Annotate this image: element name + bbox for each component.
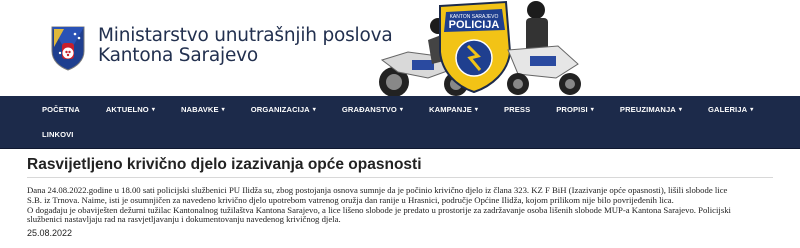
article-line: službenici nastavljaju rad na rasvjetlja…	[27, 215, 341, 225]
article-title: Rasvijetljeno krivično djelo izazivanja …	[27, 156, 422, 173]
nav-item-pocetna[interactable]: POČETNA	[0, 105, 93, 114]
motorcycle-right-icon	[507, 1, 581, 95]
nav-row-secondary: LINKOVI	[0, 121, 87, 147]
nav-item-linkovi[interactable]: LINKOVI	[0, 130, 87, 139]
chevron-down-icon: ▾	[312, 106, 316, 113]
svg-text:KANTON SARAJEVO: KANTON SARAJEVO	[450, 14, 499, 20]
article-date: 25.08.2022	[27, 228, 73, 238]
nav-item-aktuelno[interactable]: AKTUELNO ▾	[93, 105, 168, 114]
article-line: S.B. iz Trnova. Naime, isti je osumnjiče…	[27, 195, 674, 205]
coat-of-arms-icon[interactable]	[50, 25, 86, 71]
nav-item-organizacija[interactable]: ORGANIZACIJA ▾	[238, 105, 329, 114]
chevron-down-icon: ▾	[399, 106, 404, 113]
article-body: Dana 24.08.2022.godine u 18.00 sati poli…	[27, 186, 773, 225]
nav-item-nabavke[interactable]: NABAVKE ▾	[168, 105, 238, 114]
chevron-down-icon: ▾	[678, 106, 682, 113]
chevron-down-icon: ▾	[474, 106, 479, 113]
nav-item-propisi[interactable]: PROPISI ▾	[543, 105, 607, 114]
site-title-line1: Ministarstvo unutrašnjih poslova	[98, 25, 393, 46]
nav-item-preuzimanja[interactable]: PREUZIMANJA ▾	[607, 105, 695, 114]
chevron-down-icon: ▾	[221, 106, 225, 113]
nav-item-press[interactable]: PRESS	[491, 105, 543, 114]
site-title-line2: Kantona Sarajevo	[98, 45, 258, 66]
svg-text:POLICIJA: POLICIJA	[449, 19, 500, 31]
chevron-down-icon: ▾	[590, 106, 594, 113]
police-motorcycle-banner: POLICIJA KANTON SARAJEVO	[379, 0, 581, 96]
article-line: Dana 24.08.2022.godine u 18.00 sati poli…	[27, 186, 728, 195]
nav-row-primary: POČETNA AKTUELNO ▾ NABAVKE ▾ ORGANIZACIJA ▾…	[0, 96, 766, 122]
site-header: Ministarstvo unutrašnjih poslova Kantona…	[0, 0, 800, 96]
article-line: O događaju je obaviješten dežurni tužila…	[27, 205, 731, 215]
nav-item-galerija[interactable]: GALERIJA ▾	[695, 105, 766, 114]
title-divider	[27, 177, 773, 178]
nav-item-gradanstvo[interactable]: GRAĐANSTVO ▾	[329, 105, 416, 114]
chevron-down-icon: ▾	[750, 106, 754, 113]
nav-item-kampanje[interactable]: KAMPANJE ▾	[416, 105, 491, 114]
main-navigation: POČETNA AKTUELNO ▾ NABAVKE ▾ ORGANIZACIJA ▾…	[0, 96, 800, 149]
chevron-down-icon: ▾	[151, 106, 155, 113]
site-title[interactable]: Ministarstvo unutrašnjih poslova Kantona…	[98, 26, 393, 66]
